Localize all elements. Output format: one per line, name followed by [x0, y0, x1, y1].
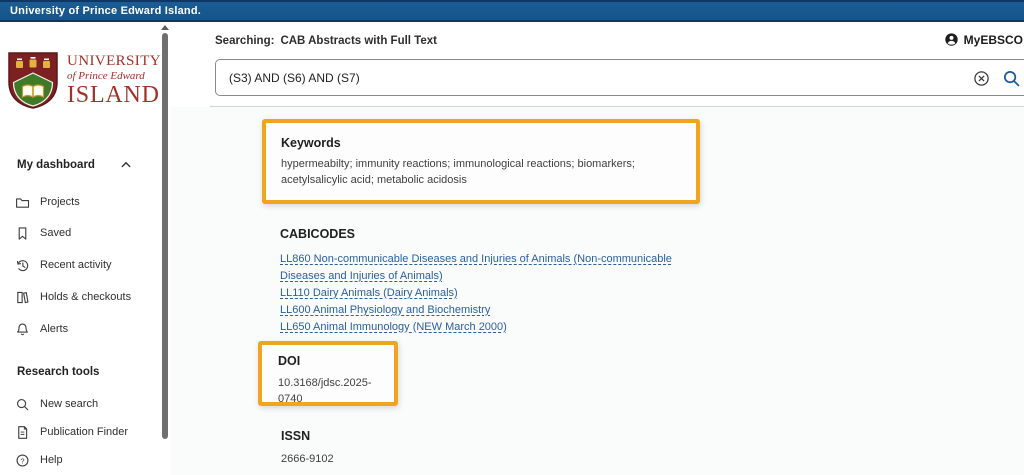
cabicode-link[interactable]: LL110 Dairy Animals (Dairy Animals) — [280, 287, 458, 299]
sidebar-item-label: Publication Finder — [40, 426, 128, 438]
issn-heading: ISSN — [281, 429, 334, 443]
database-name: CAB Abstracts with Full Text — [280, 35, 437, 47]
sidebar-item-label: Holds & checkouts — [40, 291, 131, 303]
keywords-heading: Keywords — [281, 136, 682, 150]
sidebar-item-holds-checkouts[interactable]: Holds & checkouts — [0, 288, 160, 306]
doi-heading: DOI — [278, 354, 394, 368]
cabicode-link-row: LL110 Dairy Animals (Dairy Animals) — [280, 284, 704, 301]
folder-icon — [14, 194, 30, 210]
main-content: Searching: CAB Abstracts with Full Text M… — [171, 22, 1024, 475]
search-icon — [14, 396, 30, 412]
myebsco-label: MyEBSCO — [964, 33, 1023, 47]
record-detail-area: Keywords hypermeabilty; immunity reactio… — [171, 107, 1024, 475]
page: University of Prince Edward Island. — [0, 0, 1024, 475]
institution-bar-title: University of Prince Edward Island. — [0, 5, 201, 17]
my-dashboard-label: My dashboard — [17, 159, 95, 171]
sidebar-section-research-tools: Research tools — [0, 363, 160, 381]
sidebar-item-label: Recent activity — [40, 259, 112, 271]
doi-highlight-box: DOI 10.3168/jdsc.2025-0740 — [258, 341, 398, 406]
sidebar-item-alerts[interactable]: Alerts — [0, 320, 160, 338]
institution-bar: University of Prince Edward Island. — [0, 0, 1024, 22]
sidebar-item-new-search[interactable]: New search — [0, 395, 160, 413]
cabicode-link[interactable]: LL600 Animal Physiology and Biochemistry — [280, 304, 490, 316]
sidebar-item-recent-activity[interactable]: Recent activity — [0, 256, 160, 274]
cabicodes-links: LL860 Non-communicable Diseases and Inju… — [280, 250, 704, 335]
logo-line-university: UNIVERSITY — [67, 54, 161, 69]
issn-section: ISSN 2666-9102 — [281, 429, 334, 468]
person-icon — [944, 32, 959, 47]
sidebar-item-label: Help — [40, 454, 63, 466]
research-tools-label: Research tools — [17, 366, 99, 378]
doi-value: 10.3168/jdsc.2025-0740 — [278, 376, 394, 407]
sidebar-section-my-dashboard[interactable]: My dashboard — [0, 156, 160, 174]
searching-label: Searching: — [215, 35, 274, 47]
sidebar-item-help[interactable]: ? Help — [0, 451, 160, 469]
cabicodes-heading: CABICODES — [280, 227, 704, 241]
search-input[interactable] — [229, 60, 789, 95]
issn-value: 2666-9102 — [281, 452, 334, 468]
sidebar-item-projects[interactable]: Projects — [0, 193, 160, 211]
cabicode-link[interactable]: LL650 Animal Immunology (NEW March 2000) — [280, 321, 507, 333]
sidebar-scrollbar[interactable] — [162, 33, 168, 439]
keywords-text: hypermeabilty; immunity reactions; immun… — [281, 157, 693, 188]
sidebar-item-label: New search — [40, 398, 98, 410]
document-icon — [14, 424, 30, 440]
bell-icon — [14, 321, 30, 337]
sidebar-item-publication-finder[interactable]: Publication Finder — [0, 423, 160, 441]
myebsco-button[interactable]: MyEBSCO — [944, 32, 1023, 47]
help-icon: ? — [14, 452, 30, 468]
upei-logo[interactable]: UNIVERSITY of Prince Edward ISLAND — [8, 52, 161, 109]
sidebar-item-saved[interactable]: Saved — [0, 224, 160, 242]
sidebar-item-label: Saved — [40, 227, 71, 239]
books-icon — [14, 289, 30, 305]
sidebar-item-label: Alerts — [40, 323, 68, 335]
history-icon — [14, 257, 30, 273]
svg-text:?: ? — [20, 456, 24, 465]
cabicode-link-row: LL600 Animal Physiology and Biochemistry — [280, 301, 704, 318]
search-input-container — [215, 59, 1024, 96]
cabicode-link[interactable]: LL860 Non-communicable Diseases and Inju… — [280, 253, 672, 282]
upei-shield-icon — [8, 52, 58, 109]
upei-logo-text: UNIVERSITY of Prince Edward ISLAND — [67, 54, 161, 107]
bookmark-icon — [14, 225, 30, 241]
chevron-up-icon — [120, 159, 132, 171]
keywords-highlight-box: Keywords hypermeabilty; immunity reactio… — [262, 119, 700, 204]
search-submit-icon[interactable] — [1002, 69, 1021, 88]
sidebar-item-label: Projects — [40, 196, 80, 208]
clear-search-icon[interactable] — [973, 70, 990, 87]
logo-line-of-prince-edward: of Prince Edward — [67, 71, 161, 82]
logo-line-island: ISLAND — [67, 83, 161, 107]
searching-line: Searching: CAB Abstracts with Full Text — [215, 35, 437, 47]
cabicode-link-row: LL650 Animal Immunology (NEW March 2000) — [280, 318, 704, 335]
cabicodes-section: CABICODES LL860 Non-communicable Disease… — [280, 227, 704, 335]
scrollbar-up-arrow[interactable] — [161, 25, 169, 30]
sidebar: UNIVERSITY of Prince Edward ISLAND My da… — [0, 22, 160, 475]
cabicode-link-row: LL860 Non-communicable Diseases and Inju… — [280, 250, 704, 284]
